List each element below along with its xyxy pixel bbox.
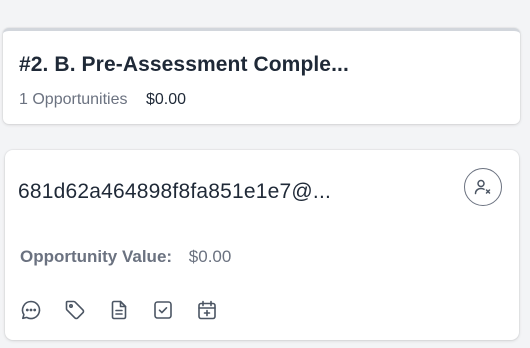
stage-header-card: #2. B. Pre-Assessment Comple... 1 Opport…: [3, 28, 520, 124]
task-checkbox-icon[interactable]: [151, 298, 175, 322]
chat-icon[interactable]: [19, 298, 43, 322]
opportunity-value-amount: $0.00: [188, 247, 232, 266]
opportunity-value: Opportunity Value: $0.00: [20, 247, 231, 267]
user-x-icon: [474, 179, 491, 195]
pipeline-column: #2. B. Pre-Assessment Comple... 1 Opport…: [0, 0, 530, 348]
opportunity-value-label: Opportunity Value:: [20, 247, 173, 266]
opportunity-actions: [19, 298, 219, 322]
stage-total-value: $0.00: [145, 91, 187, 108]
assign-user-button[interactable]: [464, 168, 502, 206]
stage-title: #2. B. Pre-Assessment Comple...: [19, 53, 349, 76]
stage-summary: 1 Opportunities $0.00: [19, 91, 186, 109]
calendar-add-icon[interactable]: [195, 298, 219, 322]
stage-opportunity-count: 1 Opportunities: [19, 91, 128, 108]
opportunity-name[interactable]: 681d62a464898f8fa851e1e7@...: [18, 180, 331, 204]
document-icon[interactable]: [107, 298, 131, 322]
tag-icon[interactable]: [63, 298, 87, 322]
opportunity-card[interactable]: 681d62a464898f8fa851e1e7@... Opportunity…: [5, 150, 519, 340]
